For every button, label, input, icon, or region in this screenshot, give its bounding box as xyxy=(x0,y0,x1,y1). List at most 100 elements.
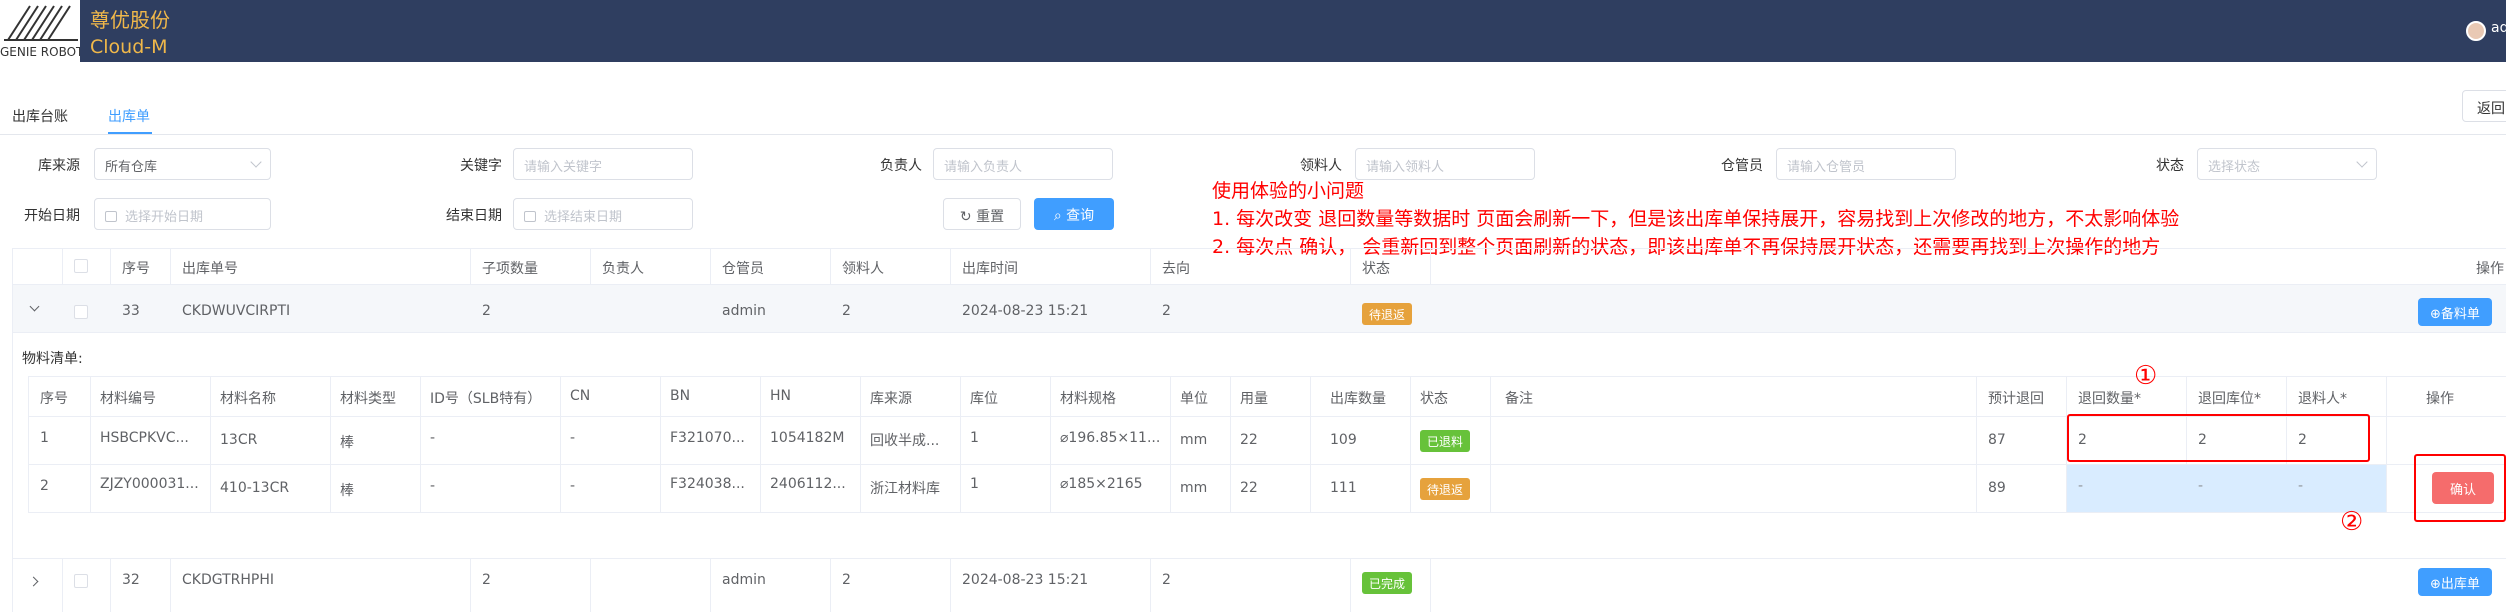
row-keeper: admin xyxy=(722,572,766,588)
col-action: 操作 xyxy=(2476,261,2504,277)
sub-col-separator xyxy=(760,376,761,512)
row-checkbox[interactable] xyxy=(74,305,88,319)
sub-col-separator xyxy=(560,376,561,512)
sub-row-out-qty: 109 xyxy=(1330,432,1357,448)
sub-row-unit: mm xyxy=(1180,480,1208,496)
row-checkbox[interactable] xyxy=(74,574,88,588)
sub-col-separator xyxy=(1976,376,1977,512)
logo-mark-icon xyxy=(4,5,78,41)
select-all-checkbox[interactable] xyxy=(74,259,88,273)
col-sub-count: 子项数量 xyxy=(482,261,538,277)
row-divider xyxy=(12,332,2506,333)
sub-row-id: - xyxy=(430,478,436,494)
row-dest: 2 xyxy=(1162,303,1171,319)
sub-col-separator xyxy=(330,376,331,512)
keeper-input[interactable]: 请输入仓管员 xyxy=(1776,148,1956,180)
annotation-box-2 xyxy=(2414,454,2506,522)
sub-col-usage: 用量 xyxy=(1240,391,1268,407)
sub-row-bn: F324038... xyxy=(670,476,745,492)
tab-outbound-ledger[interactable]: 出库台账 xyxy=(12,106,68,126)
annotation-marker-2: ② xyxy=(2340,507,2364,537)
row-order-no: CKDGTRHPHI xyxy=(182,572,274,588)
col-separator xyxy=(1430,558,1431,612)
row-keeper: admin xyxy=(722,303,766,319)
expand-chevron-icon[interactable] xyxy=(28,576,39,587)
col-separator xyxy=(710,558,711,612)
end-date-picker[interactable]: 选择结束日期 xyxy=(513,198,693,230)
sub-col-remark: 备注 xyxy=(1505,391,1533,407)
picking-list-button[interactable]: ⊕备料单 xyxy=(2418,298,2492,326)
row-dest: 2 xyxy=(1162,572,1171,588)
end-date-label: 结束日期 xyxy=(446,208,502,224)
start-date-picker[interactable]: 选择开始日期 xyxy=(94,198,271,230)
col-separator xyxy=(950,558,951,612)
row-divider xyxy=(12,558,2506,559)
sub-col-separator xyxy=(1310,376,1311,512)
owner-input[interactable]: 请输入负责人 xyxy=(933,148,1113,180)
sub-row-index: 2 xyxy=(40,478,49,494)
col-separator xyxy=(110,558,111,612)
sub-col-separator xyxy=(660,376,661,512)
sub-row-name: 410-13CR xyxy=(220,480,290,496)
table-row-expanded[interactable] xyxy=(13,285,2506,332)
row-time: 2024-08-23 15:21 xyxy=(962,572,1089,588)
sub-row-return-person[interactable]: - xyxy=(2298,478,2303,494)
sub-row-usage: 22 xyxy=(1240,432,1258,448)
sub-col-separator xyxy=(28,376,29,512)
col-separator xyxy=(470,558,471,612)
sub-col-separator xyxy=(210,376,211,512)
sub-col-spec: 材料规格 xyxy=(1060,391,1116,407)
receiver-input[interactable]: 请输入领料人 xyxy=(1355,148,1535,180)
annotation-box-1 xyxy=(2067,414,2370,462)
company-logo[interactable]: GENIE ROBOT xyxy=(0,0,80,62)
query-button[interactable]: ⌕ 查询 xyxy=(1034,198,1114,230)
calendar-icon xyxy=(524,211,536,222)
sub-col-status: 状态 xyxy=(1420,391,1448,407)
sub-row-location: 1 xyxy=(970,430,979,446)
outbound-order-button[interactable]: ⊕出库单 xyxy=(2418,568,2492,596)
col-separator xyxy=(62,558,63,612)
sub-row-id: - xyxy=(430,430,436,446)
sub-col-out-qty: 出库数量 xyxy=(1330,391,1386,407)
col-dest: 去向 xyxy=(1162,261,1190,277)
sub-col-separator xyxy=(1490,376,1491,512)
col-keeper: 仓管员 xyxy=(722,261,764,277)
sub-row-return-loc[interactable]: - xyxy=(2198,478,2203,494)
source-select-value: 所有仓库 xyxy=(105,160,158,175)
annotation-title: 使用体验的小问题 xyxy=(1212,180,1365,202)
status-label: 状态 xyxy=(2156,158,2184,174)
col-status: 状态 xyxy=(1362,261,1390,277)
query-button-label: 查询 xyxy=(1066,208,1095,224)
sub-row-spec: ⌀185×2165 xyxy=(1060,476,1143,492)
source-label: 库来源 xyxy=(38,158,80,174)
source-select[interactable]: 所有仓库 xyxy=(94,148,271,180)
sub-col-unit: 单位 xyxy=(1180,391,1208,407)
status-badge: 待退返 xyxy=(1362,303,1413,325)
status-badge: 待退返 xyxy=(1420,478,1471,500)
status-select[interactable]: 选择状态 xyxy=(2197,148,2377,180)
keyword-label: 关键字 xyxy=(460,158,502,174)
col-separator xyxy=(170,558,171,612)
sub-col-separator xyxy=(1230,376,1231,512)
keyword-input[interactable]: 请输入关键字 xyxy=(513,148,693,180)
tab-outbound-order[interactable]: 出库单 xyxy=(108,106,150,126)
annotation-line-2: 2. 每次点 确认， 会重新回到整个页面刷新的状态，即该出库单不再保持展开状态，… xyxy=(1212,236,2161,258)
chevron-down-icon xyxy=(250,156,262,168)
sub-row-expected: 89 xyxy=(1988,480,2006,496)
sub-row-source: 浙江材料库 xyxy=(870,481,940,497)
return-button[interactable]: 返回 xyxy=(2462,90,2506,122)
user-avatar[interactable] xyxy=(2466,21,2486,41)
sub-row-spec: ⌀196.85×11... xyxy=(1060,430,1161,446)
sub-row-code: ZJZY000031... xyxy=(100,476,199,492)
sub-row-return-qty[interactable]: - xyxy=(2078,478,2083,494)
tabs-divider xyxy=(0,134,2506,135)
sub-col-cn: CN xyxy=(570,388,591,404)
reset-button[interactable]: ↻ 重置 xyxy=(943,198,1021,230)
row-receiver: 2 xyxy=(842,303,851,319)
sub-row-bn: F321070... xyxy=(670,430,745,446)
row-receiver: 2 xyxy=(842,572,851,588)
sub-row-usage: 22 xyxy=(1240,480,1258,496)
sub-col-code: 材料编号 xyxy=(100,391,156,407)
keeper-label: 仓管员 xyxy=(1721,158,1763,174)
user-name[interactable]: ad xyxy=(2491,20,2506,36)
